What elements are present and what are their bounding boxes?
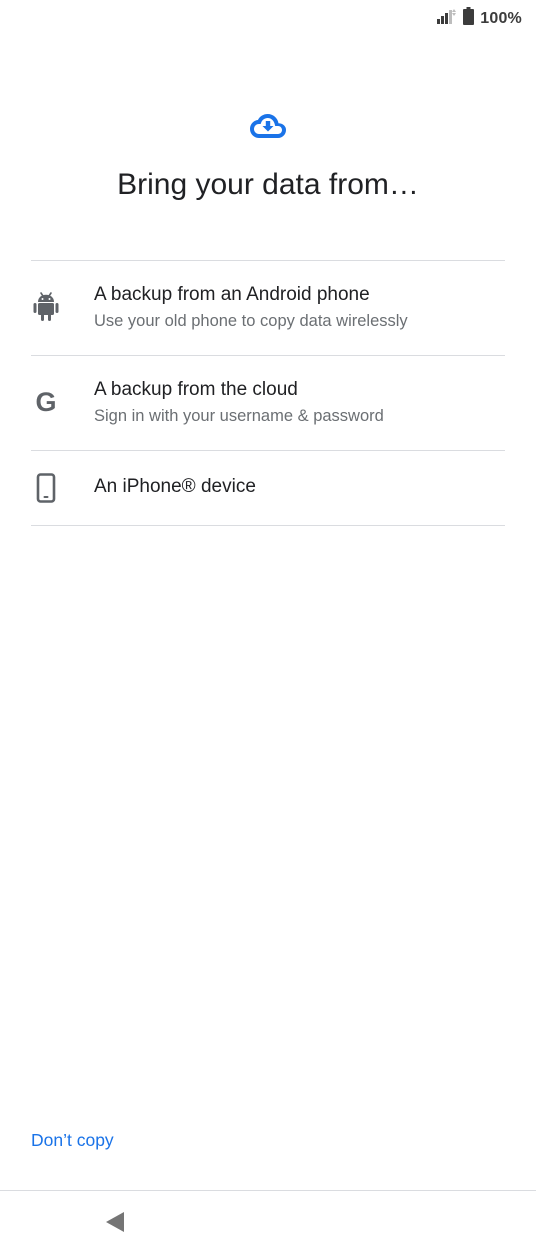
option-title: A backup from the cloud — [94, 379, 298, 400]
option-title: An iPhone® device — [94, 476, 256, 497]
option-subtitle: Sign in with your username & password — [94, 407, 384, 425]
option-cloud-text: A backup from the cloud Sign in with you… — [94, 378, 384, 428]
option-title: A backup from an Android phone — [94, 284, 370, 305]
option-iphone-text: An iPhone® device — [94, 475, 256, 499]
source-options-list: A backup from an Android phone Use your … — [31, 260, 505, 526]
back-triangle-icon[interactable] — [100, 1207, 130, 1237]
navigation-bar — [0, 1190, 536, 1253]
option-android-text: A backup from an Android phone Use your … — [94, 283, 408, 333]
option-subtitle: Use your old phone to copy data wireless… — [94, 312, 408, 330]
status-bar: 100% — [0, 0, 536, 34]
google-icon-glyph: G — [35, 386, 57, 417]
phone-icon — [31, 472, 61, 504]
android-icon — [31, 291, 61, 323]
battery-percentage: 100% — [480, 9, 522, 27]
battery-icon — [463, 7, 475, 30]
option-iphone-device[interactable]: An iPhone® device — [31, 451, 505, 526]
cloud-download-icon — [250, 112, 286, 140]
signal-icon — [435, 7, 457, 30]
status-icons: 100% — [435, 7, 522, 30]
option-android-backup[interactable]: A backup from an Android phone Use your … — [31, 261, 505, 356]
option-cloud-backup[interactable]: G A backup from the cloud Sign in with y… — [31, 356, 505, 451]
page-title: Bring your data from… — [117, 168, 419, 201]
dont-copy-button[interactable]: Don’t copy — [31, 1130, 114, 1151]
google-icon: G — [31, 386, 61, 418]
